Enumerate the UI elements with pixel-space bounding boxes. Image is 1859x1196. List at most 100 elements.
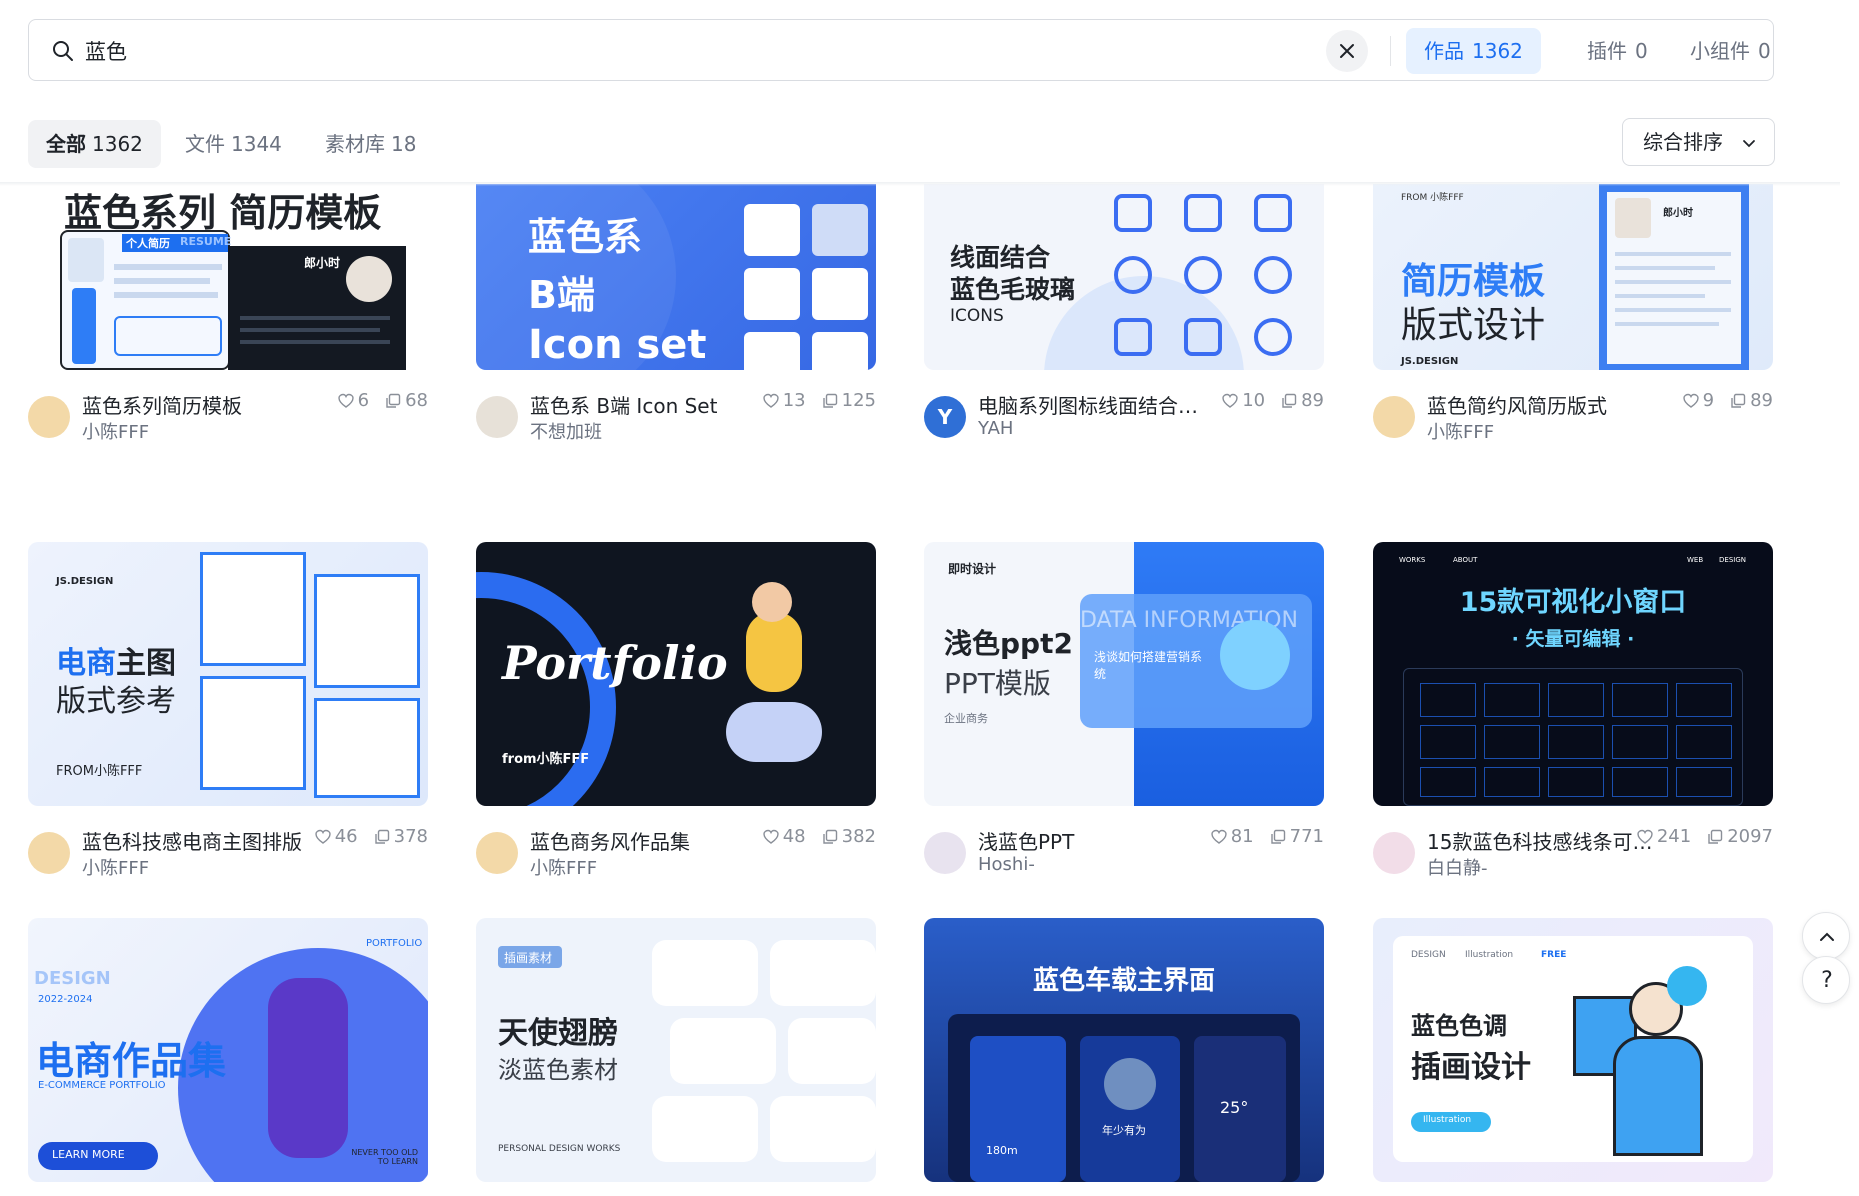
thumb-top: FREE bbox=[1541, 950, 1567, 960]
filter-tab-files[interactable]: 文件 1344 bbox=[167, 120, 300, 168]
card-thumbnail[interactable]: JS.DESIGN 电商主图 版式参考 FROM小陈FFF bbox=[28, 542, 428, 806]
card-thumbnail[interactable]: 插画素材 天使翅膀 淡蓝色素材 PERSONAL DESIGN WORKS bbox=[476, 918, 876, 1182]
card-author[interactable]: 小陈FFF bbox=[82, 854, 149, 880]
thumb-nav: ABOUT bbox=[1453, 556, 1478, 564]
card-title[interactable]: 蓝色系列简历模板 bbox=[82, 390, 312, 419]
mini-window bbox=[1484, 683, 1540, 717]
avatar[interactable]: Y bbox=[924, 396, 966, 438]
card-thumbnail[interactable]: 蓝色系 B端 Icon set bbox=[476, 184, 876, 370]
car-screen: 180m 年少有为 25° bbox=[948, 1014, 1300, 1182]
thumb-top: DESIGN bbox=[1411, 950, 1446, 960]
icon-outline bbox=[1114, 256, 1152, 294]
card-author[interactable]: Hoshi- bbox=[978, 854, 1035, 875]
copies-count: 771 bbox=[1289, 826, 1324, 847]
card-thumbnail[interactable]: 即时设计 浅色ppt2 PPT模版 企业商务 DATA INFORMATION … bbox=[924, 542, 1324, 806]
thumb-line: 蓝色色调 bbox=[1411, 1012, 1507, 1040]
text-line bbox=[1615, 294, 1705, 298]
thumb-from: FROM小陈FFF bbox=[56, 764, 143, 779]
avatar[interactable] bbox=[1373, 832, 1415, 874]
mini-window bbox=[1676, 767, 1732, 797]
close-icon bbox=[1340, 44, 1354, 58]
illustration-pill: Illustration bbox=[1411, 1112, 1491, 1132]
card-title[interactable]: 电脑系列图标线面结合蓝色毛玻璃 bbox=[978, 390, 1208, 419]
card-author[interactable]: 不想加班 bbox=[530, 418, 602, 444]
avatar[interactable] bbox=[1373, 396, 1415, 438]
card-thumbnail[interactable]: 蓝色车载主界面 180m 年少有为 25° bbox=[924, 918, 1324, 1182]
thumb-heading: 15款可视化小窗口 bbox=[1459, 587, 1687, 618]
avatar[interactable] bbox=[28, 396, 70, 438]
scope-tab-count: 1362 bbox=[1472, 39, 1523, 63]
text-line bbox=[1615, 252, 1731, 256]
resume-badge-en: RESUME bbox=[180, 235, 232, 248]
thumb-nav: WEB bbox=[1687, 556, 1704, 564]
card-author[interactable]: YAH bbox=[978, 418, 1013, 439]
thumb-top: Illustration bbox=[1465, 950, 1514, 960]
card-meta: Y 电脑系列图标线面结合蓝色毛玻璃 YAH 10 89 bbox=[924, 370, 1324, 462]
thumb-line: 插画设计 bbox=[1411, 1050, 1531, 1085]
avatar[interactable] bbox=[476, 396, 518, 438]
figure bbox=[268, 978, 348, 1158]
icon-tile bbox=[812, 332, 868, 370]
card-thumbnail[interactable]: FROM 小陈FFF 简历模板 版式设计 JS.DESIGN 郎小时 bbox=[1373, 184, 1773, 370]
card-title[interactable]: 蓝色商务风作品集 bbox=[530, 826, 760, 855]
card-title[interactable]: 蓝色科技感电商主图排版 bbox=[82, 826, 312, 855]
thumb-line: ICONS bbox=[950, 306, 1004, 326]
thumb-design: DESIGN bbox=[34, 968, 111, 989]
card-thumbnail[interactable]: PORTFOLIO DESIGN 2022-2024 电商作品集 E-COMME… bbox=[28, 918, 428, 1182]
help-button[interactable]: ? bbox=[1802, 956, 1850, 1004]
card-author[interactable]: 白白静- bbox=[1427, 854, 1488, 880]
card-meta: 蓝色商务风作品集 小陈FFF 48 382 bbox=[476, 806, 876, 898]
learn-more-label: LEARN MORE bbox=[52, 1148, 125, 1161]
tag-pill: 插画素材 bbox=[498, 946, 562, 968]
avatar[interactable] bbox=[924, 832, 966, 874]
scope-tab-works[interactable]: 作品 1362 bbox=[1406, 28, 1541, 74]
scroll-to-top-button[interactable] bbox=[1802, 912, 1850, 960]
card-thumbnail[interactable]: 蓝色系列 简历模板 个人简历 RESUME 郎小时 bbox=[28, 184, 428, 370]
thumb-heading: 电商作品集 bbox=[36, 1039, 227, 1083]
search-input[interactable] bbox=[85, 34, 1285, 68]
search-bar: 作品 1362 插件 0 小组件 0 bbox=[28, 19, 1774, 81]
card-title[interactable]: 蓝色简约风简历版式 bbox=[1427, 390, 1657, 419]
copies-count: 382 bbox=[841, 826, 876, 847]
likes-count: 48 bbox=[782, 826, 806, 847]
icon-outline bbox=[1254, 256, 1292, 294]
heart-icon bbox=[763, 393, 779, 408]
scope-tab-plugins[interactable]: 插件 0 bbox=[1569, 28, 1666, 74]
clear-search-button[interactable] bbox=[1326, 30, 1368, 72]
thumb-from: FROM 小陈FFF bbox=[1401, 193, 1464, 203]
mini-window bbox=[1484, 767, 1540, 797]
card-thumbnail[interactable]: 线面结合 蓝色毛玻璃 ICONS bbox=[924, 184, 1324, 370]
mini-window bbox=[1484, 725, 1540, 759]
mini-window bbox=[1548, 683, 1604, 717]
filter-tab-label: 全部 bbox=[46, 132, 86, 156]
card-thumbnail[interactable]: WORKS ABOUT WEB DESIGN 15款可视化小窗口 · 矢量可编辑… bbox=[1373, 542, 1773, 806]
card-thumbnail[interactable]: DESIGN Illustration FREE 蓝色色调 插画设计 Illus… bbox=[1373, 918, 1773, 1182]
thumb-sub: E-COMMERCE PORTFOLIO bbox=[38, 1080, 166, 1091]
icon-outline bbox=[1184, 194, 1222, 232]
card-title[interactable]: 15款蓝色科技感线条可视化小窗口 bbox=[1427, 826, 1657, 855]
avatar[interactable] bbox=[28, 832, 70, 874]
card-author[interactable]: 小陈FFF bbox=[82, 418, 149, 444]
mini-window bbox=[1676, 725, 1732, 759]
filter-tab-assets[interactable]: 素材库 18 bbox=[307, 120, 434, 168]
product-card bbox=[200, 552, 306, 666]
mini-window bbox=[1420, 683, 1476, 717]
card-author[interactable]: 小陈FFF bbox=[1427, 418, 1494, 444]
scope-tab-widgets[interactable]: 小组件 0 bbox=[1672, 28, 1789, 74]
card-author[interactable]: 小陈FFF bbox=[530, 854, 597, 880]
icon-tile bbox=[812, 204, 868, 256]
thumb-top: PORTFOLIO bbox=[366, 938, 423, 949]
card-stats: 81 771 bbox=[1211, 826, 1324, 847]
avatar-letter: Y bbox=[937, 405, 953, 429]
resume-page-light: 个人简历 RESUME bbox=[60, 230, 232, 370]
filter-tab-all[interactable]: 全部 1362 bbox=[28, 120, 161, 168]
thumb-footer: PERSONAL DESIGN WORKS bbox=[498, 1144, 621, 1154]
copies-count: 68 bbox=[405, 390, 428, 411]
info-banner: DATA INFORMATION 浅谈如何搭建营销系统 bbox=[1080, 594, 1312, 728]
card-thumbnail[interactable]: Portfolio from小陈FFF bbox=[476, 542, 876, 806]
sort-dropdown[interactable]: 综合排序 bbox=[1622, 118, 1775, 166]
filter-tab-label: 文件 bbox=[185, 132, 225, 156]
card-title[interactable]: 浅蓝色PPT bbox=[978, 826, 1208, 855]
card-title[interactable]: 蓝色系 B端 Icon Set bbox=[530, 390, 760, 419]
avatar[interactable] bbox=[476, 832, 518, 874]
